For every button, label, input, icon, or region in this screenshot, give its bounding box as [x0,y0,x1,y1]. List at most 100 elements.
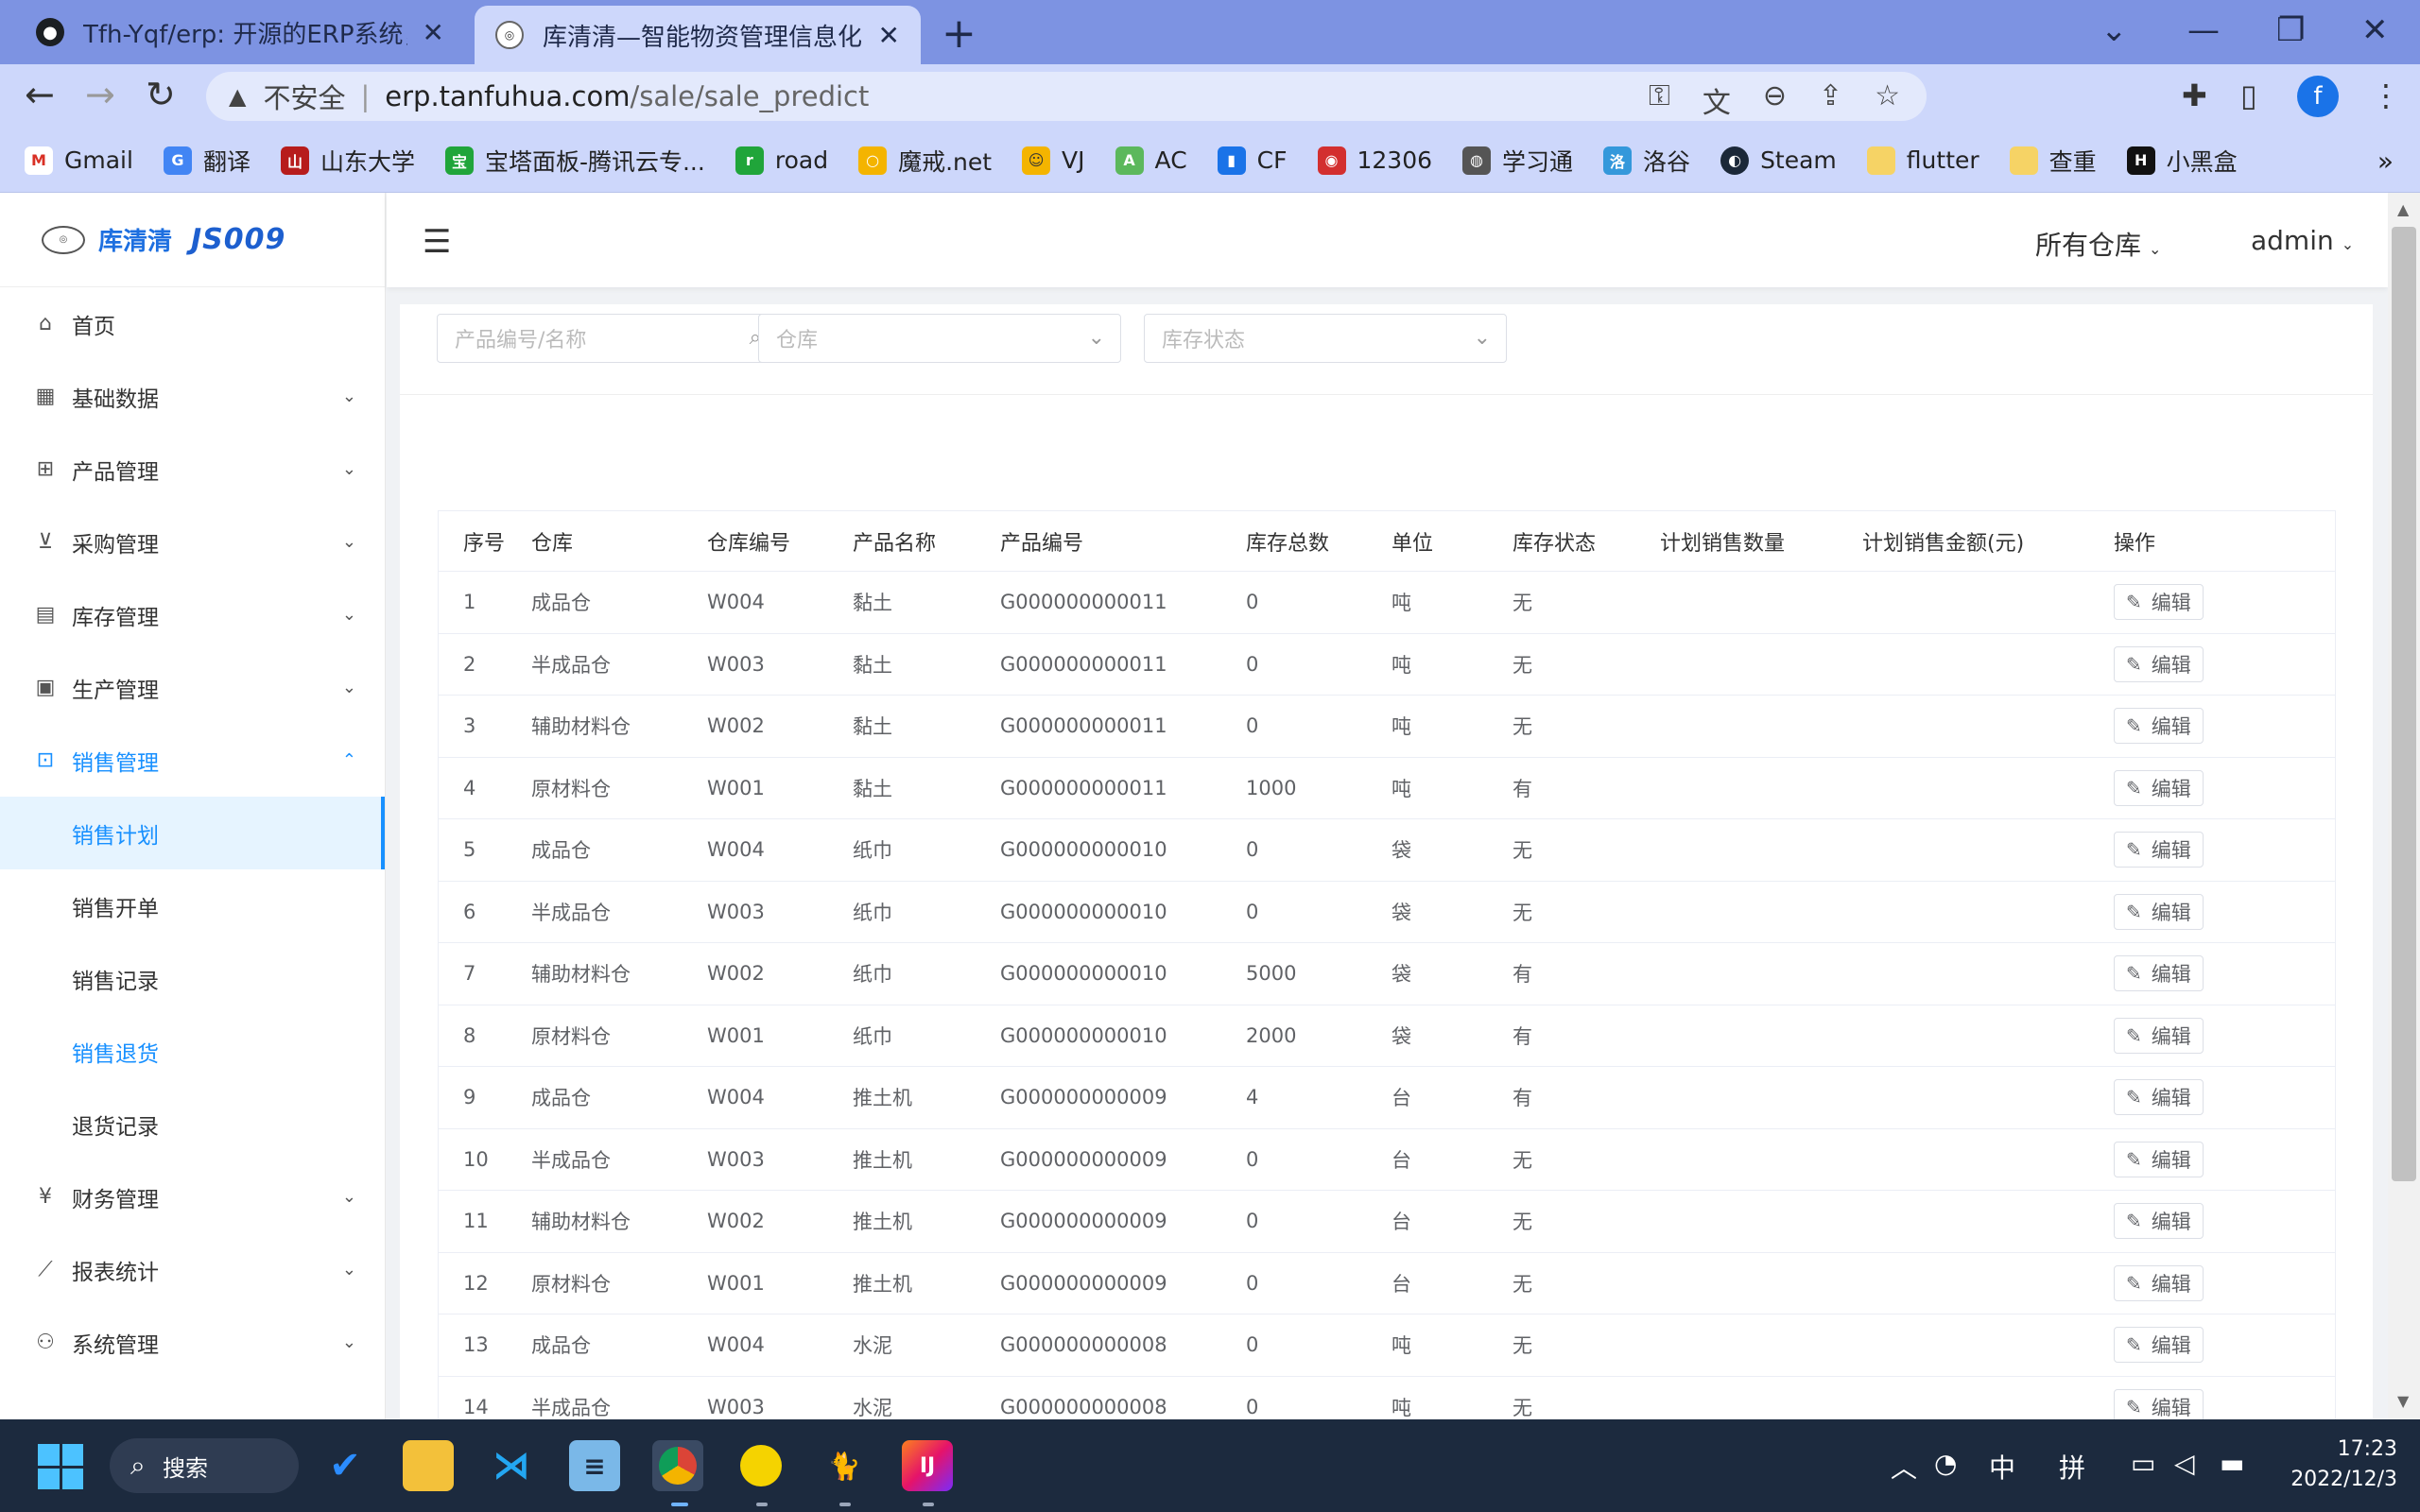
vscode-icon[interactable]: ⋊ [486,1440,537,1491]
sidebar-subitem-sales-order[interactable]: 销售开单 [0,869,385,942]
sidebar-item-sales[interactable]: ⊡ 销售管理 ⌃ [0,724,385,797]
edit-button[interactable]: ✎ 编辑 [2114,1203,2204,1240]
bookmark-baota[interactable]: 宝宝塔面板-腾讯云专... [444,144,705,178]
windows-taskbar: ⌕ 搜索 ✔ ⋊ ≡ 🐈 IJ ︿ ◔ 中 拼 ▭ ◁ ▬ 17:23 2022… [0,1419,2420,1512]
warehouse-select[interactable]: 仓库 ⌄ [758,314,1121,363]
warning-icon[interactable]: ▲ [229,83,246,110]
back-button[interactable]: ← [25,74,55,115]
url-host[interactable]: erp.tanfuhua.com [385,80,630,112]
user-dropdown[interactable]: admin ⌄ [2251,225,2354,256]
edit-button[interactable]: ✎ 编辑 [2114,769,2204,806]
edit-button[interactable]: ✎ 编辑 [2114,645,2204,682]
cat-app-icon[interactable]: 🐈 [819,1440,870,1491]
sidebar-item-inventory[interactable]: ▤ 库存管理 ⌄ [0,578,385,651]
qq-icon[interactable]: ◔ [1934,1448,1957,1479]
edit-button[interactable]: ✎ 编辑 [2114,893,2204,930]
bookmark-road[interactable]: r road [735,146,828,175]
collapse-sidebar-icon[interactable]: ☰ [423,223,451,261]
reload-button[interactable]: ↻ [146,74,176,115]
sidebar-item-production[interactable]: ▣ 生产管理 ⌄ [0,651,385,724]
scroll-thumb[interactable] [2392,227,2416,1181]
browser-tab-erp[interactable]: ◎ 库清清—智能物资管理信息化平台 ✕ [475,6,921,64]
key-icon[interactable]: ⚿ [1649,79,1670,121]
bookmark-cf[interactable]: ▮ CF [1217,146,1288,175]
system-clock[interactable]: 17:23 2022/12/3 [2265,1435,2397,1495]
sidebar-subitem-sales-return[interactable]: 销售退货 [0,1015,385,1088]
bookmark-steam[interactable]: ◐ Steam [1720,146,1837,175]
battery-icon[interactable]: ▬ [2220,1448,2244,1479]
edit-button[interactable]: ✎ 编辑 [2114,708,2204,745]
sidebar-subitem-sales-plan[interactable]: 销售计划 [0,797,385,869]
ime-mode[interactable]: 拼 [2059,1448,2085,1486]
edit-button[interactable]: ✎ 编辑 [2114,1327,2204,1364]
sidebar-item-home[interactable]: ⌂ 首页 [0,287,385,360]
taskbar-search[interactable]: ⌕ 搜索 [110,1438,299,1493]
profile-avatar[interactable]: f [2297,76,2339,117]
url-path[interactable]: /sale/sale_predict [630,80,869,112]
sidebar-item-system[interactable]: ⚇ 系统管理 ⌄ [0,1306,385,1379]
todo-app-icon[interactable]: ✔ [320,1440,371,1491]
sidebar-item-purchase[interactable]: ⊻ 采购管理 ⌄ [0,506,385,578]
forward-button[interactable]: → [85,74,115,115]
edit-button[interactable]: ✎ 编辑 [2114,1079,2204,1116]
bookmark-vj[interactable]: ☺ VJ [1022,146,1085,175]
volume-icon[interactable]: ◁ [2174,1448,2195,1479]
bookmark-translate[interactable]: G 翻译 [163,144,251,178]
bookmark-12306[interactable]: ◉ 12306 [1317,146,1432,175]
bookmark-xuexitong[interactable]: ◍ 学习通 [1462,144,1573,178]
bookmark-sdu[interactable]: 山山东大学 [280,144,415,178]
network-icon[interactable]: ▭ [2131,1448,2155,1479]
sidebar-subitem-sales-records[interactable]: 销售记录 [0,942,385,1015]
sidebar-item-finance[interactable]: ¥ 财务管理 ⌄ [0,1160,385,1233]
close-tab-icon[interactable]: ✕ [878,20,900,51]
sidebar-item-products[interactable]: ⊞ 产品管理 ⌄ [0,433,385,506]
product-search-input[interactable]: 产品编号/名称 ⌕ [437,314,777,363]
browser-menu-icon[interactable]: ⋮ [2371,77,2401,113]
zoom-icon[interactable]: ⊖ [1763,79,1787,121]
bookmark-gmail[interactable]: M Gmail [25,146,133,175]
side-panel-icon[interactable]: ▯ [2240,77,2257,113]
scroll-up-icon[interactable]: ▲ [2397,200,2409,218]
translate-icon[interactable]: 文 [1703,79,1731,121]
tab-search-icon[interactable]: ⌄ [2100,11,2128,49]
share-icon[interactable]: ⇪ [1819,79,1842,121]
sidebar-subitem-return-records[interactable]: 退货记录 [0,1088,385,1160]
close-tab-icon[interactable]: ✕ [423,17,444,48]
restore-window-button[interactable]: ❐ [2276,11,2305,49]
new-tab-button[interactable]: + [942,9,977,58]
bookmark-chachong[interactable]: 查重 [2009,144,2097,178]
address-bar[interactable]: ▲ 不安全 | erp.tanfuhua.com /sale/sale_pred… [206,72,1927,121]
minimize-window-button[interactable]: — [2187,11,2220,49]
sidebar-item-reports[interactable]: ⟋ 报表统计 ⌄ [0,1233,385,1306]
browser-tab-github[interactable]: ● Tfh-Yqf/erp: 开源的ERP系统，使 ✕ [15,0,465,64]
edit-button[interactable]: ✎ 编辑 [2114,1017,2204,1054]
bookmark-xiaoheihe[interactable]: H 小黑盒 [2126,144,2238,178]
edit-button[interactable]: ✎ 编辑 [2114,1141,2204,1177]
edit-button[interactable]: ✎ 编辑 [2114,955,2204,992]
bookmark-ac[interactable]: A AC [1115,146,1187,175]
bookmark-flutter[interactable]: flutter [1866,146,1979,175]
scroll-down-icon[interactable]: ▼ [2397,1392,2409,1410]
bookmark-star-icon[interactable]: ☆ [1875,79,1900,121]
intellij-icon[interactable]: IJ [902,1440,953,1491]
page-scrollbar[interactable]: ▲ ▼ [2388,193,2420,1419]
close-window-button[interactable]: ✕ [2361,11,2389,49]
notepad-icon[interactable]: ≡ [569,1440,620,1491]
bookmark-mojie[interactable]: ○ 魔戒.net [858,144,992,178]
chrome-icon[interactable] [652,1440,703,1491]
tray-overflow-icon[interactable]: ︿ [1891,1448,1917,1486]
insecure-label[interactable]: 不安全 [263,77,345,116]
stock-status-select[interactable]: 库存状态 ⌄ [1144,314,1507,363]
warehouse-dropdown[interactable]: 所有仓库 ⌄ [2035,225,2161,263]
edit-button[interactable]: ✎ 编辑 [2114,584,2204,621]
edit-button[interactable]: ✎ 编辑 [2114,1264,2204,1301]
sidebar-item-basic-data[interactable]: ▦ 基础数据 ⌄ [0,360,385,433]
bookmark-luogu[interactable]: 洛洛谷 [1603,144,1690,178]
extensions-icon[interactable]: ✚ [2182,77,2207,113]
music-app-icon[interactable] [735,1440,786,1491]
windows-start-button[interactable] [38,1444,83,1489]
edit-button[interactable]: ✎ 编辑 [2114,832,2204,868]
ime-lang[interactable]: 中 [1989,1448,2015,1486]
more-bookmarks-icon[interactable]: » [2377,146,2394,177]
file-explorer-icon[interactable] [403,1440,454,1491]
